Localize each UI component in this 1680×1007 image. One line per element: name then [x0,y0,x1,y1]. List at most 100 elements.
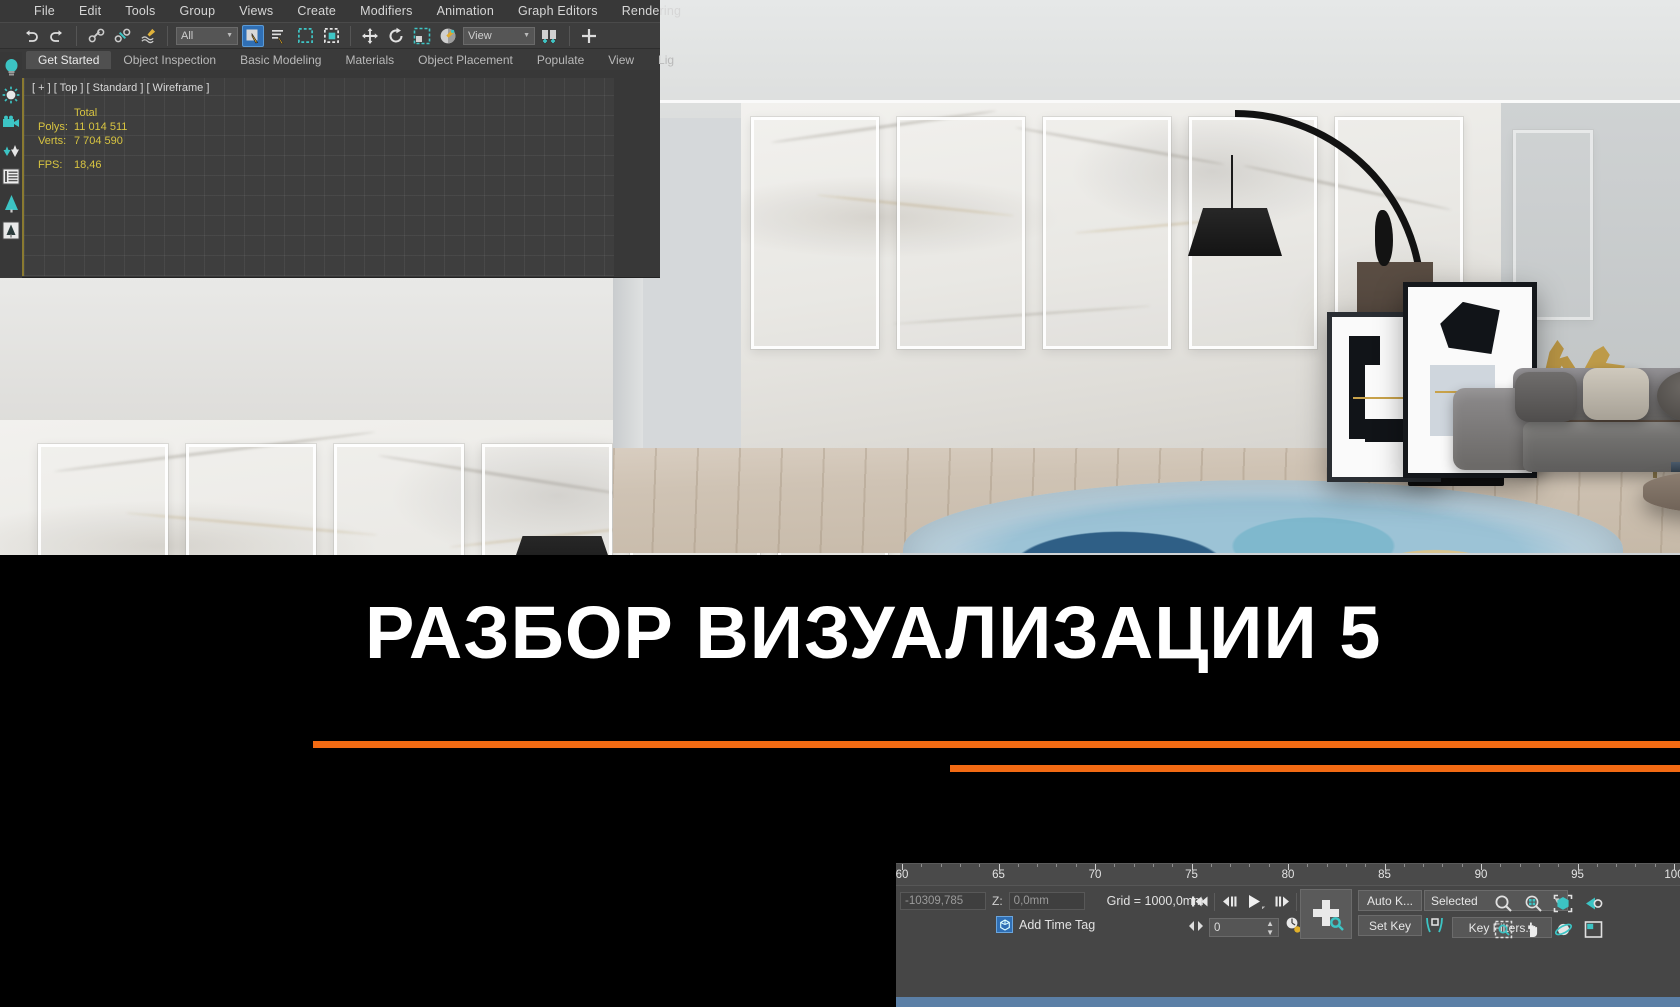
menu-item-tools[interactable]: Tools [113,2,167,20]
accent-bar-secondary [950,765,1680,772]
select-by-name-icon[interactable] [268,25,290,47]
unlink-icon[interactable] [111,25,133,47]
select-and-rotate-icon[interactable] [385,25,407,47]
tab-materials[interactable]: Materials [333,51,406,69]
menu-item-modifiers[interactable]: Modifiers [348,2,425,20]
foliage-icon[interactable] [2,137,21,161]
tab-object-inspection[interactable]: Object Inspection [111,51,228,69]
timeline-tick-label: 85 [1378,869,1391,881]
timeline-minor-tick [1558,864,1560,867]
timeline-minor-tick [1152,864,1154,867]
menu-item-create[interactable]: Create [285,2,348,20]
time-slider-track[interactable]: 60 65 70 75 80 85 90 95 100 [896,863,1680,885]
coordinate-system-dropdown[interactable]: View ▼ [463,26,535,45]
select-link-icon[interactable] [85,25,107,47]
menu-item-views[interactable]: Views [227,2,285,20]
list-icon[interactable] [2,164,21,188]
menu-item-rendering[interactable]: Rendering [610,2,693,20]
stats-verts-value: 7 704 590 [73,135,123,147]
screenshot-root: File Edit Tools Group Views Create Modif… [0,0,1680,1007]
key-tangent-icon[interactable] [1424,915,1446,940]
field-of-view-icon[interactable] [1578,890,1608,916]
timeline-minor-tick [1616,864,1618,867]
zoom-extents-icon[interactable] [1548,890,1578,916]
menu-item-group[interactable]: Group [167,2,227,20]
stats-fps-value: 18,46 [73,159,102,171]
go-to-start-icon[interactable] [1188,891,1211,912]
play-animation-icon[interactable] [1244,891,1267,912]
select-and-scale-icon[interactable] [411,25,433,47]
bind-to-space-warp-icon[interactable] [137,25,159,47]
camera-icon[interactable] [2,110,21,134]
timeline-minor-tick [1249,864,1251,867]
toolbar-divider-3 [350,25,351,46]
menu-item-graph-editors[interactable]: Graph Editors [506,2,610,20]
tab-get-started[interactable]: Get Started [26,50,112,69]
timeline-minor-tick [1172,864,1174,867]
z-coordinate-field[interactable]: 0,0mm [1008,892,1085,910]
set-key-big-button[interactable] [1300,889,1352,939]
toolbar-divider-2 [167,25,168,46]
sunlight-icon[interactable] [2,83,21,107]
zoom-icon[interactable] [1488,890,1518,916]
previous-frame-icon[interactable] [1218,891,1241,912]
auto-key-button[interactable]: Auto K... [1358,890,1422,911]
max-application-window: File Edit Tools Group Views Create Modif… [0,0,681,278]
snaps-toggle-icon[interactable] [539,25,561,47]
tab-view[interactable]: View [596,51,646,69]
select-object-icon[interactable] [242,24,264,47]
stats-polys-label: Polys: [38,121,68,133]
coordinate-display: -10309,785 Z: 0,0mm Grid = 1000,0mm [900,892,1204,910]
zoom-region-icon[interactable] [1488,916,1518,942]
ribbon-tab-bar: Get Started Object Inspection Basic Mode… [0,48,674,70]
select-and-move-icon[interactable] [359,25,381,47]
add-time-tag-button[interactable]: Add Time Tag [996,916,1095,933]
viewport-top-wireframe[interactable]: [ + ] [ Top ] [ Standard ] [ Wireframe ]… [22,78,614,276]
timeline-minor-tick [1307,864,1309,867]
stats-polys-value: 11 014 511 [73,121,128,133]
pan-view-icon[interactable] [1518,916,1548,942]
framed-tree-icon[interactable] [2,218,21,242]
os-taskbar-strip [896,997,1680,1007]
frame-step-icon[interactable] [1188,919,1204,937]
tab-object-placement[interactable]: Object Placement [406,51,525,69]
selection-filter-dropdown[interactable]: All ▼ [176,26,238,45]
timeline-minor-tick [1075,864,1077,867]
use-pivot-center-icon[interactable] [437,25,459,47]
chevron-down-icon-2: ▼ [523,32,530,39]
tab-basic-modeling[interactable]: Basic Modeling [228,51,333,69]
current-frame-row: 0 ▲ ▼ [1188,916,1302,939]
redo-icon[interactable] [46,25,68,47]
set-key-button[interactable]: Set Key [1358,915,1422,936]
selection-filter-value: All [181,29,194,42]
conifer-icon[interactable] [2,191,21,215]
tab-populate[interactable]: Populate [525,51,596,69]
x-coordinate-field[interactable]: -10309,785 [900,892,986,910]
timeline-minor-tick [940,864,942,867]
orbit-icon[interactable] [1548,916,1578,942]
timeline-minor-tick [979,864,981,867]
timeline-minor-tick [1056,864,1058,867]
viewport-label[interactable]: [ + ] [ Top ] [ Standard ] [ Wireframe ] [32,82,209,94]
menu-item-edit[interactable]: Edit [67,2,113,20]
zoom-all-icon[interactable] [1518,890,1548,916]
current-frame-field[interactable]: 0 ▲ ▼ [1209,918,1279,937]
next-frame-icon[interactable] [1270,891,1293,912]
window-crossing-icon[interactable] [320,25,342,47]
timeline-tick-label: 95 [1571,869,1584,881]
toolbar-divider-4 [569,25,570,46]
status-bar-region: 60 65 70 75 80 85 90 95 100 -10309,785 Z: 0,0mm … [896,860,1680,1007]
maximize-viewport-icon[interactable] [1578,916,1608,942]
current-frame-value: 0 [1214,921,1221,934]
menu-item-file[interactable]: File [22,2,67,20]
spinner-icon[interactable]: ▲ ▼ [1266,919,1274,937]
left-icon-rail [0,52,22,278]
tab-lighting[interactable]: Lig [646,51,686,69]
lightbulb-icon[interactable] [2,56,21,80]
timeline-minor-tick [1345,864,1347,867]
add-time-tag-label: Add Time Tag [1019,917,1096,932]
menu-item-animation[interactable]: Animation [425,2,506,20]
undo-icon[interactable] [20,25,42,47]
rectangular-selection-region-icon[interactable] [294,25,316,47]
angle-snap-icon[interactable] [578,25,600,47]
